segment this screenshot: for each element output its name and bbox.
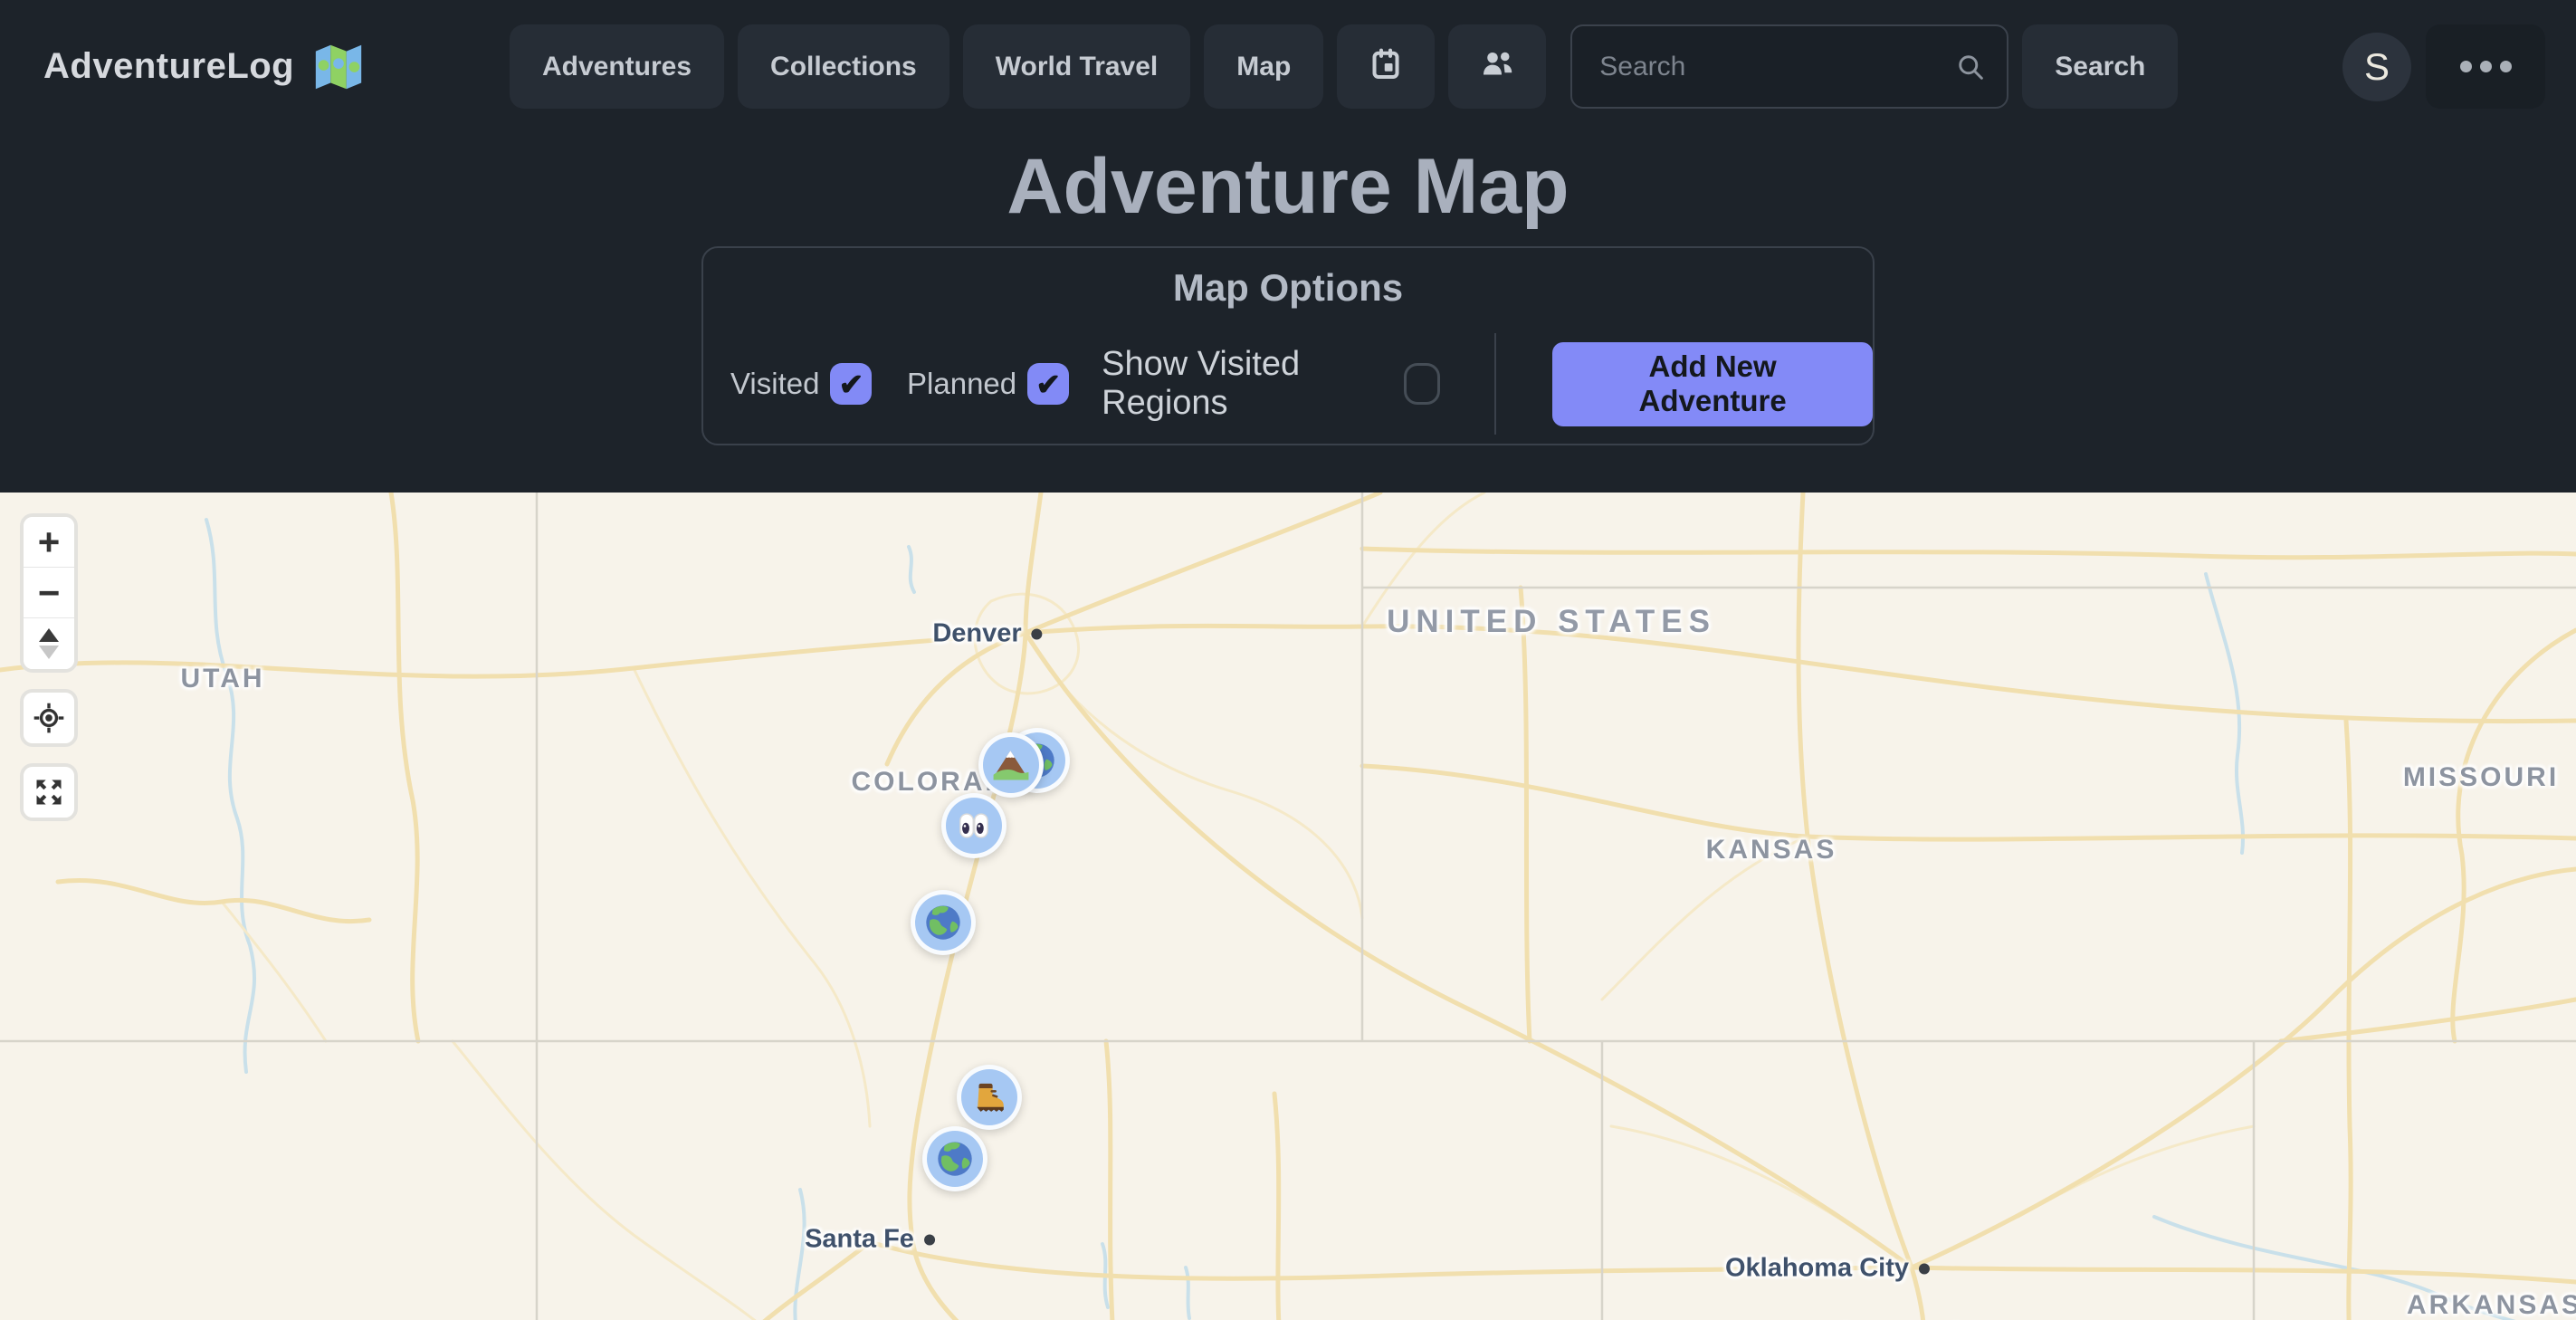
map-label-text: Oklahoma City: [1725, 1254, 1909, 1284]
map-marker-globe-emoji[interactable]: [911, 890, 976, 955]
avatar[interactable]: S: [2342, 33, 2411, 101]
app-header: AdventureLog Adventures Collections Worl…: [0, 0, 2576, 133]
globe-emoji-icon: [922, 902, 964, 943]
zoom-control-group: + −: [20, 513, 78, 673]
nav-map-button[interactable]: Map: [1204, 24, 1323, 109]
mountain-emoji-icon: [990, 744, 1032, 786]
map-label-utah: UTAH: [180, 664, 264, 694]
geolocate-button[interactable]: [24, 693, 74, 743]
map-label-text: Santa Fe: [805, 1225, 914, 1255]
map-label-denver: Denver: [932, 619, 1042, 649]
add-new-adventure-button[interactable]: Add New Adventure: [1552, 342, 1873, 426]
geolocate-icon: [33, 702, 65, 734]
map-marker-boot-emoji[interactable]: [957, 1065, 1022, 1130]
map-label-united-states: UNITED STATES: [1387, 604, 1716, 640]
check-icon: ✔: [839, 367, 864, 402]
zoom-in-button[interactable]: +: [24, 517, 74, 568]
app-logo[interactable]: AdventureLog: [43, 39, 367, 95]
fullscreen-button[interactable]: [24, 767, 74, 818]
map-label-text: ARKANSAS: [2407, 1290, 2576, 1320]
pitch-icon: [39, 628, 59, 659]
main-nav: Adventures Collections World Travel Map: [510, 24, 2178, 109]
fullscreen-icon: [33, 776, 65, 808]
city-dot: [1919, 1263, 1930, 1274]
search-field-wrap: [1570, 24, 2008, 109]
world-map-icon: [310, 39, 367, 95]
eyes-emoji-icon: [953, 805, 995, 847]
map-marker-globe-emoji[interactable]: [922, 1126, 987, 1191]
avatar-initial: S: [2364, 45, 2390, 89]
map-label-text: Denver: [932, 619, 1021, 649]
show-visited-regions-toggle[interactable]: Show Visited Regions: [1102, 345, 1440, 423]
nav-calendar-button[interactable]: [1337, 24, 1435, 109]
map-label-missouri: MISSOURI: [2403, 762, 2559, 793]
map-canvas[interactable]: UNITED STATESUTAHCOLORADOKANSASMISSOURIA…: [0, 493, 2576, 1320]
map-options-row: Visited ✔ Planned ✔ Show Visited Regions…: [703, 333, 1873, 435]
options-divider: [1494, 333, 1496, 435]
boot-emoji-icon: [968, 1076, 1010, 1118]
map-marker-eyes-emoji[interactable]: [941, 793, 1007, 858]
nav-collections-button[interactable]: Collections: [738, 24, 949, 109]
city-dot: [1032, 628, 1043, 639]
users-icon: [1479, 45, 1515, 89]
city-dot: [924, 1234, 935, 1245]
map-label-arkansas: ARKANSAS: [2407, 1290, 2576, 1320]
zoom-out-button[interactable]: −: [24, 568, 74, 618]
globe-emoji-icon: [934, 1138, 976, 1180]
app-logo-text: AdventureLog: [43, 46, 294, 87]
map-label-oklahoma-city: Oklahoma City: [1725, 1254, 1930, 1284]
planned-label: Planned: [907, 367, 1016, 401]
fullscreen-control: [20, 763, 78, 821]
basemap-layer: [0, 493, 2576, 1320]
search-input[interactable]: [1570, 24, 2008, 109]
map-options-panel: Map Options Visited ✔ Planned ✔ Show Vis…: [701, 246, 1875, 445]
map-options-title: Map Options: [703, 266, 1873, 310]
map-label-text: MISSOURI: [2403, 762, 2559, 792]
planned-checkbox[interactable]: ✔: [1027, 363, 1069, 405]
nav-world-travel-button[interactable]: World Travel: [963, 24, 1191, 109]
map-label-text: KANSAS: [1706, 835, 1837, 865]
nav-adventures-button[interactable]: Adventures: [510, 24, 724, 109]
visited-label: Visited: [730, 367, 819, 401]
pitch-control-button[interactable]: [24, 618, 74, 669]
header-right-cluster: S: [2342, 24, 2545, 109]
ellipsis-icon: [2460, 61, 2512, 72]
show-visited-regions-label: Show Visited Regions: [1102, 345, 1392, 423]
map-controls: + −: [20, 513, 78, 821]
search-button[interactable]: Search: [2022, 24, 2178, 109]
map-label-santa-fe: Santa Fe: [805, 1225, 935, 1255]
visited-toggle[interactable]: Visited ✔: [730, 363, 872, 405]
calendar-icon: [1368, 45, 1404, 89]
map-marker-mountain-emoji[interactable]: [978, 732, 1044, 798]
map-label-kansas: KANSAS: [1706, 835, 1837, 866]
map-label-text: UTAH: [180, 664, 264, 693]
planned-toggle[interactable]: Planned ✔: [907, 363, 1069, 405]
page-title: Adventure Map: [0, 142, 2576, 232]
nav-users-button[interactable]: [1448, 24, 1546, 109]
show-visited-regions-checkbox[interactable]: [1404, 363, 1441, 405]
geolocate-control: [20, 689, 78, 747]
map-label-text: UNITED STATES: [1387, 604, 1716, 639]
visited-checkbox[interactable]: ✔: [830, 363, 872, 405]
check-icon: ✔: [1035, 367, 1061, 402]
more-menu-button[interactable]: [2426, 24, 2545, 109]
